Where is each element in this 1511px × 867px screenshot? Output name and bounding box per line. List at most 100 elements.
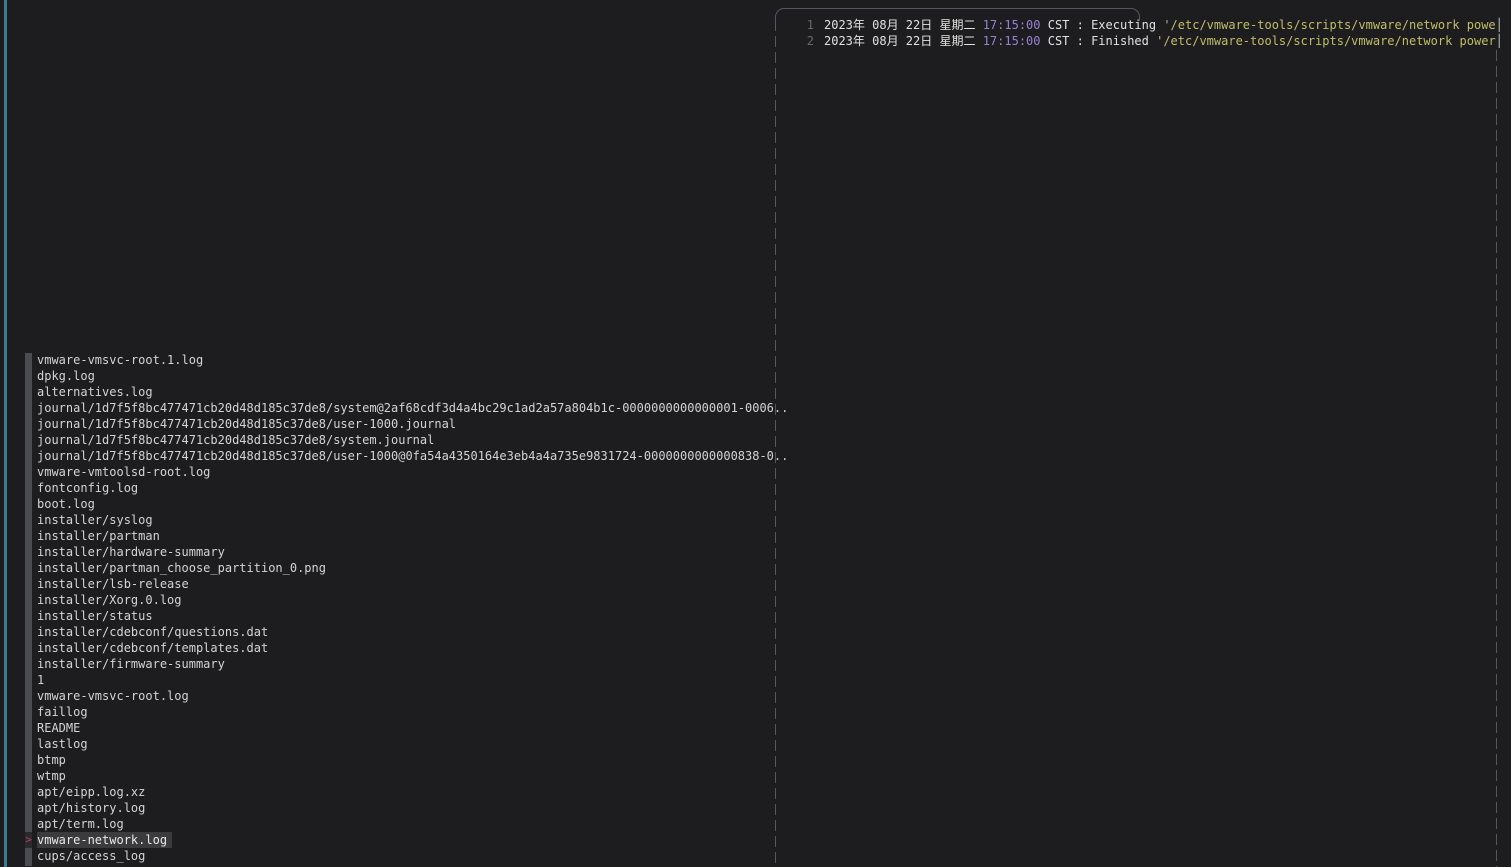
gutter-cell [25,800,32,816]
gutter-cell [25,672,32,688]
file-name: alternatives.log [37,384,158,400]
list-item[interactable]: 1 [25,672,770,688]
file-name: installer/partman [37,528,165,544]
truncation-bar: │ [1496,34,1503,48]
file-name: journal/1d7f5f8bc477471cb20d48d185c37de8… [37,416,461,432]
list-item[interactable]: installer/partman_choose_partition_0.png [25,560,770,576]
file-list: vmware-vmsvc-root.1.logdpkg.logalternati… [25,352,770,864]
gutter-cell [25,528,32,544]
file-name: installer/firmware-summary [37,656,230,672]
file-name: vmware-vmtoolsd-root.log [37,464,215,480]
file-name: installer/status [37,608,158,624]
gutter-cell [25,688,32,704]
list-item[interactable]: faillog [25,704,770,720]
list-item[interactable]: installer/cdebconf/questions.dat [25,624,770,640]
log-path: '/etc/vmware-tools/scripts/vmware/networ… [1156,34,1496,48]
list-item[interactable]: journal/1d7f5f8bc477471cb20d48d185c37de8… [25,432,770,448]
file-name: dpkg.log [37,368,100,384]
gutter-cell [25,544,32,560]
list-item[interactable]: journal/1d7f5f8bc477471cb20d48d185c37de8… [25,400,770,416]
preview-border-left [775,20,776,867]
file-name: vmware-vmsvc-root.log [37,688,194,704]
list-item[interactable]: cups/access_log [25,848,770,864]
log-time: 17:15:00 [983,18,1041,32]
file-name: installer/cdebconf/templates.dat [37,640,273,656]
log-status: Finished [1091,34,1156,48]
gutter-cell [25,400,32,416]
gutter-cell [25,432,32,448]
file-name: apt/eipp.log.xz [37,784,150,800]
list-item[interactable]: fontconfig.log [25,480,770,496]
file-list-panel: vmware-vmsvc-root.1.logdpkg.logalternati… [25,352,770,867]
list-item[interactable]: lastlog [25,736,770,752]
log-line: 12023年 08月 22日 星期二 17:15:00 CST : Execut… [776,17,1503,33]
log-status: Executing [1091,18,1163,32]
active-pane-indicator [4,0,7,867]
list-item[interactable]: apt/history.log [25,800,770,816]
gutter-cell [25,624,32,640]
list-item[interactable]: alternatives.log [25,384,770,400]
list-item[interactable]: journal/1d7f5f8bc477471cb20d48d185c37de8… [25,416,770,432]
list-item[interactable]: installer/partman [25,528,770,544]
list-item[interactable]: installer/Xorg.0.log [25,592,770,608]
list-item[interactable]: installer/firmware-summary [25,656,770,672]
file-name: journal/1d7f5f8bc477471cb20d48d185c37de8… [37,400,793,416]
file-name: installer/lsb-release [37,576,194,592]
list-item[interactable]: apt/eipp.log.xz [25,784,770,800]
file-name: vmware-vmsvc-root.1.log [37,352,208,368]
preview-border-top [788,8,1127,9]
list-item[interactable]: btmp [25,752,770,768]
list-item[interactable]: installer/lsb-release [25,576,770,592]
gutter-cell [25,464,32,480]
file-name: apt/term.log [37,816,129,832]
gutter-cell [25,576,32,592]
list-item[interactable]: installer/hardware-summary [25,544,770,560]
list-item[interactable]: vmware-vmsvc-root.1.log [25,352,770,368]
list-item[interactable]: journal/1d7f5f8bc477471cb20d48d185c37de8… [25,448,770,464]
log-timezone: CST : [1041,34,1092,48]
list-item[interactable]: >vmware-network.log [25,832,770,848]
gutter-cell [25,368,32,384]
gutter-cell [25,736,32,752]
log-date: 2023年 08月 22日 星期二 [824,34,983,48]
gutter-cell [25,752,32,768]
file-name: lastlog [37,736,93,752]
list-item[interactable]: installer/cdebconf/templates.dat [25,640,770,656]
file-name: installer/syslog [37,512,158,528]
gutter-cell [25,560,32,576]
file-name: installer/cdebconf/questions.dat [37,624,273,640]
list-item[interactable]: README [25,720,770,736]
pointer-icon: > [25,832,32,848]
gutter-cell [25,656,32,672]
gutter-cell [25,848,32,864]
list-item[interactable]: vmware-vmsvc-root.log [25,688,770,704]
list-item[interactable]: boot.log [25,496,770,512]
line-number: 2 [776,33,814,49]
gutter-cell [25,592,32,608]
file-name: installer/Xorg.0.log [37,592,187,608]
file-name: boot.log [37,496,100,512]
file-name: faillog [37,704,93,720]
list-item[interactable]: installer/syslog [25,512,770,528]
line-number: 1 [776,17,814,33]
file-name: cups/access_log [37,848,150,864]
list-item[interactable]: wtmp [25,768,770,784]
gutter-cell [25,480,32,496]
list-item[interactable]: apt/term.log [25,816,770,832]
file-name: btmp [37,752,71,768]
gutter-cell [25,448,32,464]
file-name: README [37,720,85,736]
log-path: '/etc/vmware-tools/scripts/vmware/networ… [1163,18,1495,32]
file-name: journal/1d7f5f8bc477471cb20d48d185c37de8… [37,448,793,464]
gutter-cell [25,416,32,432]
log-date: 2023年 08月 22日 星期二 [824,18,983,32]
log-line: 22023年 08月 22日 星期二 17:15:00 CST : Finish… [776,33,1503,49]
file-name: journal/1d7f5f8bc477471cb20d48d185c37de8… [37,432,439,448]
list-item[interactable]: vmware-vmtoolsd-root.log [25,464,770,480]
list-item[interactable]: installer/status [25,608,770,624]
gutter-cell [25,784,32,800]
truncation-bar: │ [1496,18,1503,32]
list-item[interactable]: dpkg.log [25,368,770,384]
gutter-cell [25,720,32,736]
gutter-cell [25,496,32,512]
